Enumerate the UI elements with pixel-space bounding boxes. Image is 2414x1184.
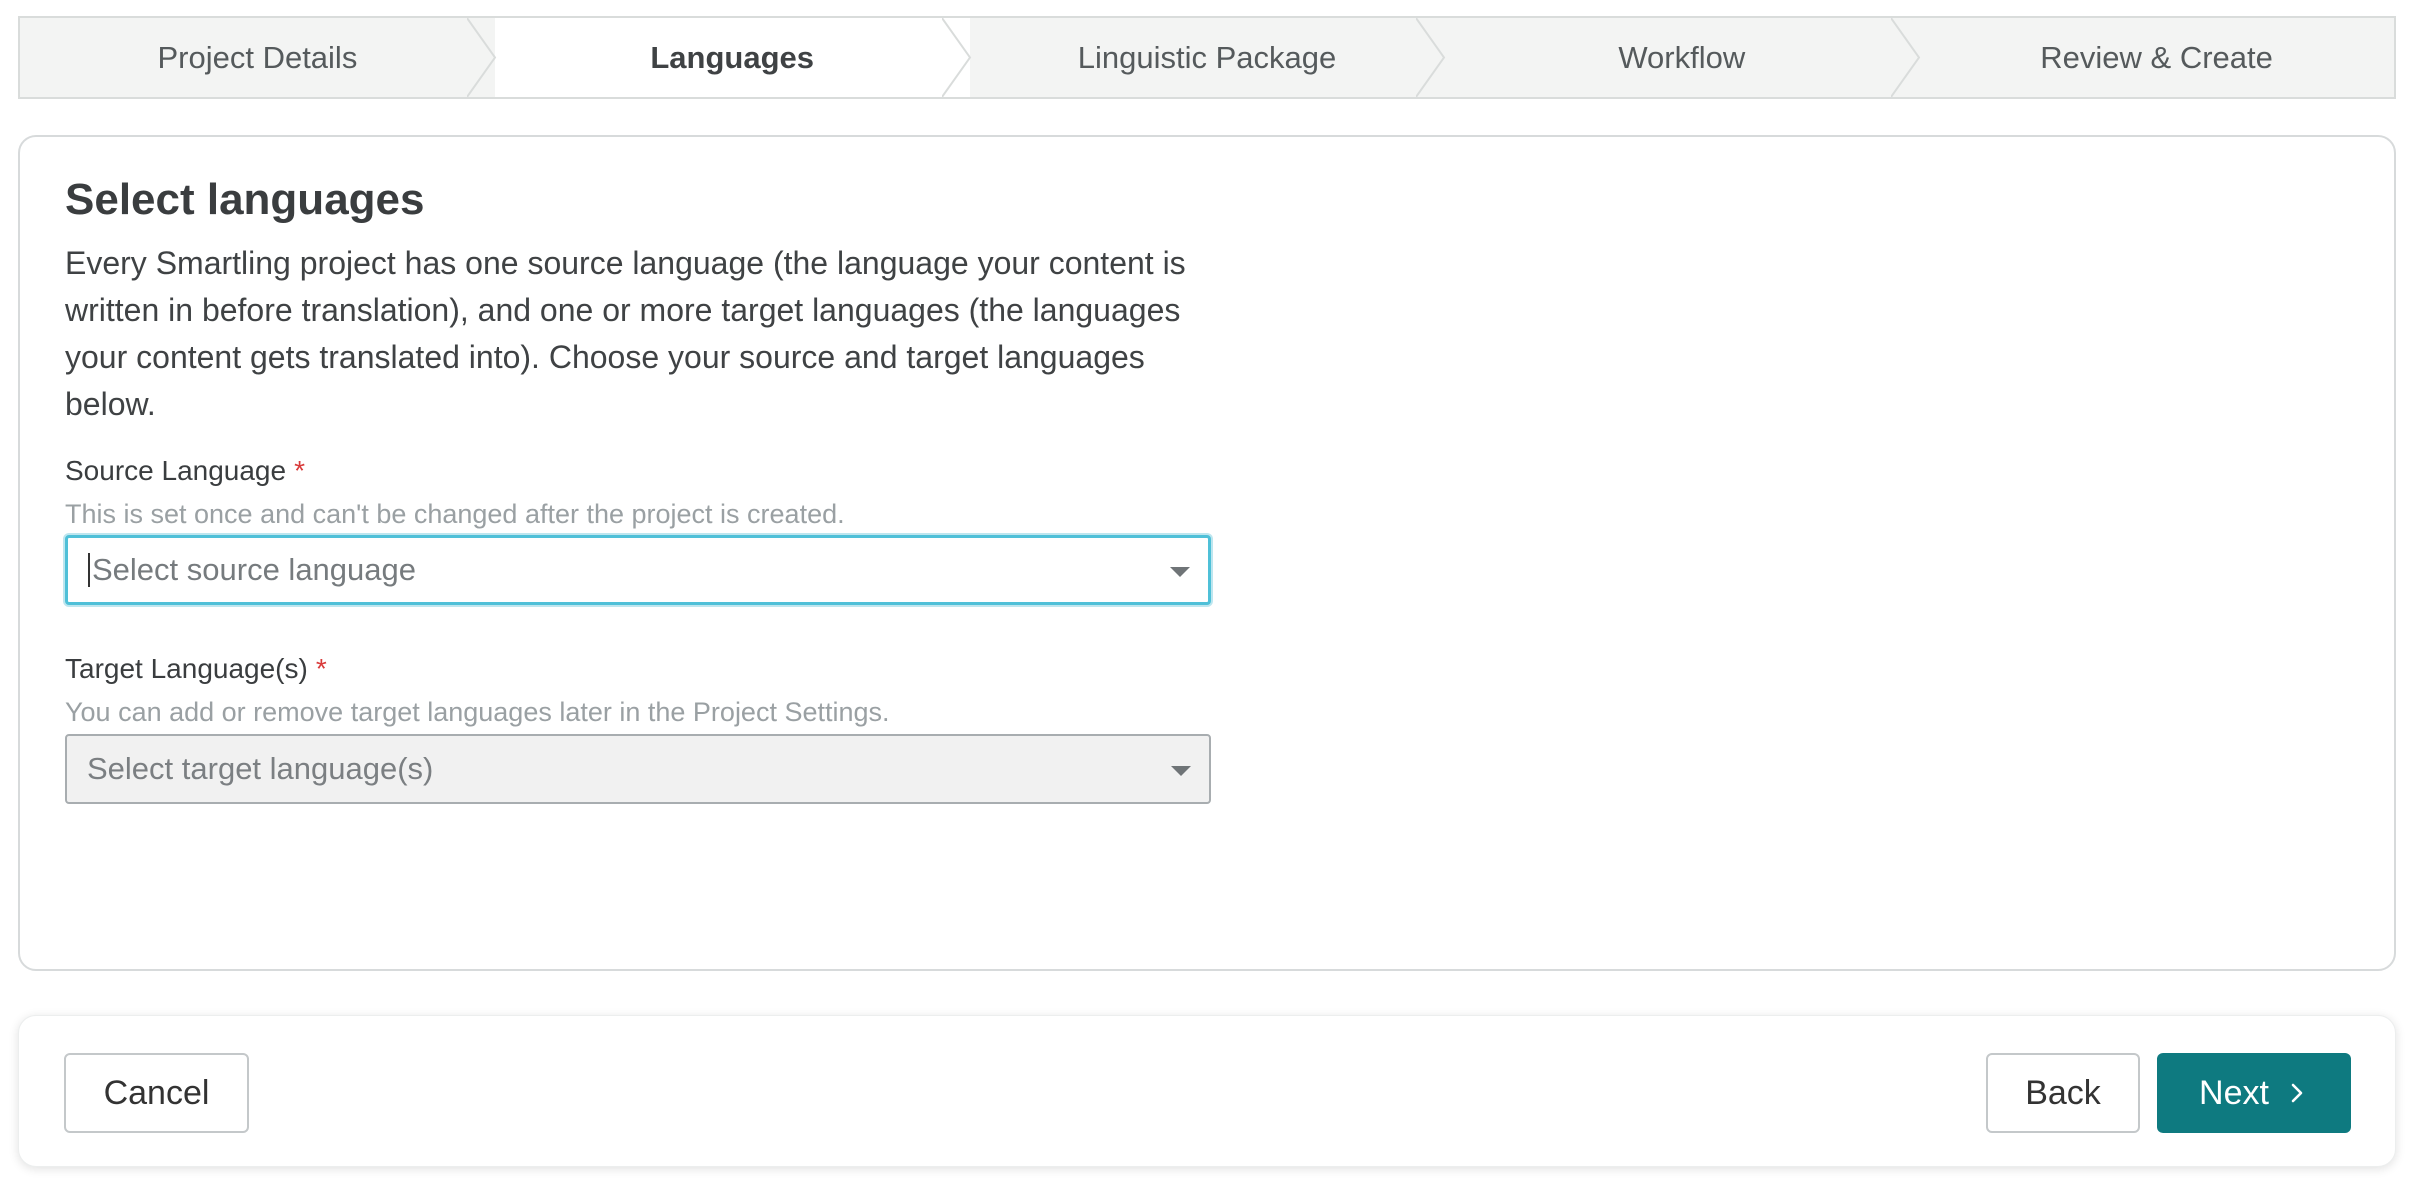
chevron-down-icon[interactable] [1171,766,1191,776]
target-language-select[interactable]: Select target language(s) [65,734,1211,804]
source-language-label-text: Source Language [65,455,287,486]
chevron-right-icon [2291,1083,2303,1103]
back-button[interactable]: Back [1986,1053,2140,1133]
chevron-down-icon[interactable] [1170,567,1190,577]
text-cursor [88,553,90,587]
next-button-label: Next [2199,1073,2269,1112]
languages-card: Select languages Every Smartling project… [18,135,2396,971]
wizard-stepper: Project Details Languages Linguistic Pac… [18,16,2396,99]
step-label: Languages [650,39,815,75]
wizard-footer: Cancel Back Next [18,1015,2396,1167]
step-linguistic-package[interactable]: Linguistic Package [969,18,1446,97]
step-separator-icon [466,18,497,97]
step-label: Project Details [157,39,358,75]
step-separator-icon [1891,18,1921,97]
page-description: Every Smartling project has one source l… [65,245,1186,422]
step-workflow[interactable]: Workflow [1444,18,1921,97]
source-language-placeholder: Select source language [92,552,417,587]
step-separator-icon [1416,18,1446,97]
target-language-label-text: Target Language(s) [65,653,308,684]
required-marker: * [294,455,305,486]
next-button[interactable]: Next [2157,1053,2351,1133]
step-project-details[interactable]: Project Details [20,18,497,97]
step-separator-icon [941,18,971,97]
step-languages[interactable]: Languages [494,18,971,97]
page-title: Select languages [65,175,425,224]
step-label: Workflow [1618,39,1746,75]
required-marker: * [315,653,327,684]
target-language-label: Target Language(s) * [65,653,327,685]
source-language-select[interactable]: Select source language [65,535,1211,605]
step-label: Linguistic Package [1077,39,1337,75]
step-label: Review & Create [2040,39,2273,75]
cancel-button[interactable]: Cancel [64,1053,249,1133]
source-language-help: This is set once and can't be changed af… [65,499,845,529]
source-language-label: Source Language * [65,455,305,487]
target-language-help: You can add or remove target languages l… [65,697,890,727]
step-review-create[interactable]: Review & Create [1919,18,2394,97]
target-language-placeholder: Select target language(s) [87,751,434,786]
